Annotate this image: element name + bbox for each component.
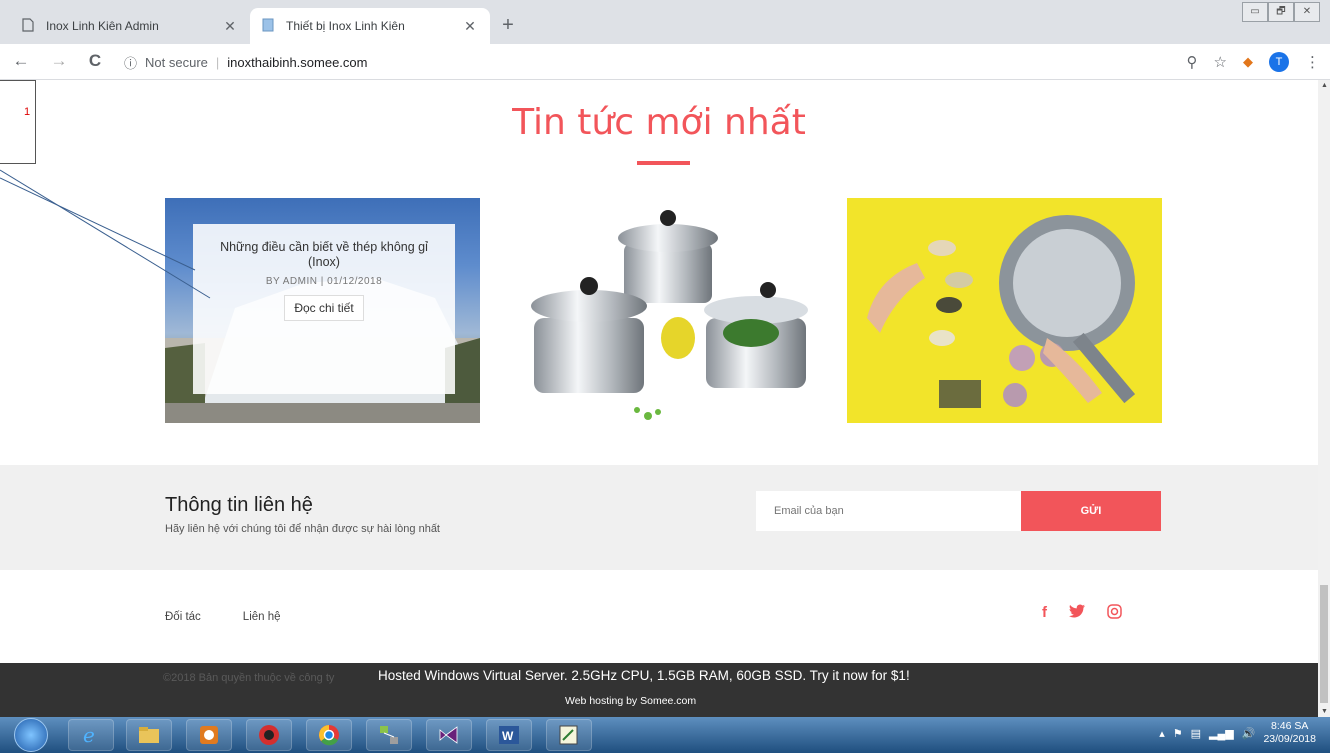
- close-icon[interactable]: ✕: [222, 18, 238, 35]
- social-links: f: [1042, 604, 1122, 623]
- page-scrollbar[interactable]: ▲ ▼: [1318, 80, 1330, 717]
- tray-clock[interactable]: 8:46 SA 23/09/2018: [1263, 720, 1316, 746]
- profile-avatar[interactable]: T: [1269, 52, 1289, 72]
- word-icon[interactable]: W: [486, 719, 532, 751]
- news-card-3[interactable]: [847, 198, 1162, 423]
- clock-date: 23/09/2018: [1263, 733, 1316, 745]
- bookmark-star-icon[interactable]: ☆: [1214, 53, 1227, 71]
- scroll-up-icon[interactable]: ▲: [1321, 82, 1328, 89]
- notepad-icon[interactable]: [546, 719, 592, 751]
- clock-time: 8:46 SA: [1271, 720, 1309, 732]
- ie-icon[interactable]: e: [68, 719, 114, 751]
- tray-arrow-icon[interactable]: ▴: [1159, 727, 1165, 740]
- antivirus-icon[interactable]: [246, 719, 292, 751]
- tray-power-icon[interactable]: ▤: [1191, 727, 1201, 740]
- visual-studio-icon[interactable]: [426, 719, 472, 751]
- footer-links: Đối tác Liên hệ: [165, 611, 281, 623]
- back-button[interactable]: ←: [10, 51, 32, 71]
- url-text[interactable]: inoxthaibinh.somee.com: [227, 55, 367, 70]
- dark-footer: ©2018 Bản quyền thuộc về công ty Hosted …: [0, 663, 1318, 717]
- info-icon[interactable]: ⓘ: [124, 53, 137, 72]
- close-window-button[interactable]: ✕: [1294, 2, 1320, 22]
- toolbar-right: ⚲ ☆ ◆ T ⋮: [1187, 52, 1320, 72]
- stainless-pots-image: [531, 210, 808, 420]
- chrome-icon[interactable]: [306, 719, 352, 751]
- system-tray: ▴ ⚑ ▤ ▂▄▆ 🔊 8:46 SA 23/09/2018: [1159, 720, 1316, 746]
- explorer-icon[interactable]: [126, 719, 172, 751]
- security-label: Not secure: [145, 54, 208, 70]
- close-icon[interactable]: ✕: [462, 18, 478, 35]
- contact-title: Thông tin liên hệ: [165, 494, 313, 516]
- footer-link-partners[interactable]: Đối tác: [165, 611, 201, 623]
- reload-button[interactable]: C: [84, 51, 106, 71]
- email-input[interactable]: [756, 491, 1021, 531]
- contact-subtitle: Hãy liên hệ với chúng tôi để nhận được s…: [165, 523, 440, 535]
- favicon-icon: [262, 18, 276, 34]
- tab-label: Thiết bị Inox Linh Kiên: [286, 19, 405, 33]
- tray-signal-icon[interactable]: ▂▄▆: [1209, 727, 1234, 740]
- menu-icon[interactable]: ⋮: [1305, 53, 1320, 71]
- hosting-credit-link[interactable]: Web hosting by Somee.com: [565, 695, 696, 707]
- svg-text:W: W: [502, 729, 514, 743]
- tray-flag-icon[interactable]: ⚑: [1173, 727, 1183, 740]
- copyright-text: ©2018 Bản quyền thuộc về công ty: [163, 672, 335, 684]
- browser-tab-bar: Inox Linh Kiên Admin ✕ Thiết bị Inox Lin…: [0, 0, 1330, 44]
- zoom-icon[interactable]: ⚲: [1187, 53, 1198, 71]
- media-icon[interactable]: [186, 719, 232, 751]
- window-controls: ▭ 🗗 ✕: [1242, 2, 1320, 22]
- instagram-icon[interactable]: [1107, 604, 1122, 623]
- scrollbar-thumb[interactable]: [1320, 585, 1328, 703]
- forward-button[interactable]: →: [48, 51, 70, 71]
- title-underline: [637, 161, 690, 165]
- news-card-2[interactable]: [506, 198, 821, 423]
- page-icon: [22, 18, 36, 34]
- network-icon[interactable]: [366, 719, 412, 751]
- maximize-button[interactable]: 🗗: [1268, 2, 1294, 22]
- windows-taskbar: e W ▴ ⚑ ▤ ▂▄▆ 🔊 8:46 SA 23/09/2018: [0, 717, 1330, 753]
- omnibox[interactable]: ⓘ Not secure | inoxthaibinh.somee.com: [124, 48, 1124, 76]
- tab-thiet-bi-inox[interactable]: Thiết bị Inox Linh Kiên ✕: [250, 8, 490, 44]
- annotation-pointer-lines: [0, 169, 211, 299]
- extension-icon[interactable]: ◆: [1243, 54, 1253, 70]
- tab-label: Inox Linh Kiên Admin: [46, 19, 159, 33]
- frying-pan-image: [867, 215, 1136, 408]
- address-bar-row: ← → C ⓘ Not secure | inoxthaibinh.somee.…: [0, 44, 1330, 80]
- scroll-down-icon[interactable]: ▼: [1321, 708, 1328, 715]
- hosting-ad-link[interactable]: Hosted Windows Virtual Server. 2.5GHz CP…: [378, 668, 910, 683]
- tray-volume-icon[interactable]: 🔊: [1242, 727, 1256, 740]
- new-tab-button[interactable]: +: [496, 14, 520, 37]
- footer-link-contact[interactable]: Liên hệ: [243, 611, 281, 623]
- tab-inox-admin[interactable]: Inox Linh Kiên Admin ✕: [10, 8, 250, 44]
- start-button[interactable]: [14, 718, 48, 752]
- contact-section: Thông tin liên hệ Hãy liên hệ với chúng …: [0, 465, 1318, 570]
- twitter-icon[interactable]: [1069, 604, 1085, 623]
- svg-text:e: e: [83, 724, 95, 746]
- minimize-button[interactable]: ▭: [1242, 2, 1268, 22]
- address-separator: |: [215, 54, 220, 70]
- facebook-icon[interactable]: f: [1042, 604, 1047, 623]
- send-button[interactable]: GỬI: [1021, 491, 1161, 531]
